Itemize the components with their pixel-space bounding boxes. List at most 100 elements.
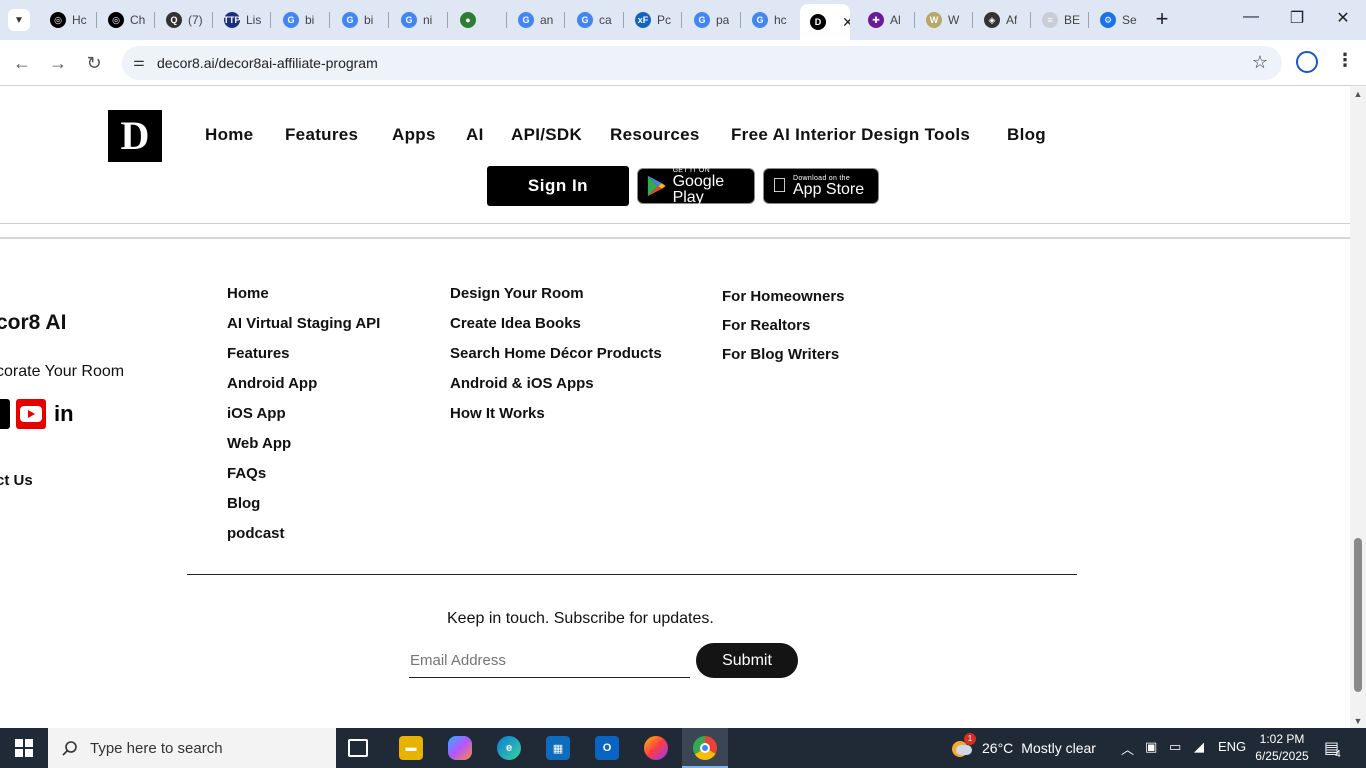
nav-apps[interactable]: Apps (392, 125, 436, 145)
copilot-icon[interactable] (448, 736, 472, 760)
url-text[interactable]: decor8.ai/decor8ai-affiliate-program (157, 55, 378, 71)
new-tab-button[interactable]: + (1150, 8, 1174, 32)
tab-favicon-icon: D (810, 14, 826, 30)
nav-features[interactable]: Features (285, 125, 358, 145)
browser-tab[interactable]: TTP Lis (214, 6, 270, 34)
browser-tab[interactable]: ✚ Al (858, 6, 914, 34)
footer-link-idea-books[interactable]: Create Idea Books (450, 315, 581, 332)
store-icon[interactable]: ▦ (546, 736, 570, 760)
browser-tab[interactable]: ● (450, 6, 506, 34)
browser-tab[interactable]: Q (7) (156, 6, 212, 34)
firefox-icon[interactable] (644, 736, 668, 760)
profile-icon[interactable] (1296, 51, 1318, 73)
nav-blog[interactable]: Blog (1007, 125, 1046, 145)
site-info-icon[interactable]: ⚌ (130, 54, 148, 72)
footer-link-virtual-staging-api[interactable]: AI Virtual Staging API (227, 315, 380, 332)
youtube-icon[interactable] (16, 399, 46, 429)
footer-link-android-app[interactable]: Android App (227, 375, 317, 392)
footer-link-podcast[interactable]: podcast (227, 525, 285, 542)
footer-link-search-products[interactable]: Search Home Décor Products (450, 345, 662, 362)
language-indicator[interactable]: ENG (1218, 739, 1246, 754)
app-store-badge[interactable]:  Download on the App Store (763, 168, 879, 204)
nav-home[interactable]: Home (205, 125, 253, 145)
browser-tab[interactable]: D ✕ (800, 4, 850, 40)
footer-link-features[interactable]: Features (227, 345, 290, 362)
footer-link-home[interactable]: Home (227, 285, 269, 302)
edge-icon[interactable]: e (497, 736, 521, 760)
social-icon-partial[interactable] (0, 399, 10, 429)
site-logo[interactable]: D (108, 110, 162, 162)
close-window-button[interactable]: ✕ (1320, 8, 1366, 32)
email-input[interactable] (409, 644, 690, 678)
linkedin-icon[interactable]: in (54, 399, 78, 429)
footer-link-web-app[interactable]: Web App (227, 435, 291, 452)
file-explorer-icon[interactable]: ▬ (399, 736, 423, 760)
browser-tab[interactable]: Ghc (742, 6, 798, 34)
forward-button[interactable]: → (46, 51, 70, 75)
close-tab-icon[interactable]: ✕ (842, 14, 850, 31)
footer-link-design-room[interactable]: Design Your Room (450, 285, 584, 302)
chrome-icon[interactable] (693, 736, 717, 760)
google-play-badge[interactable]: GET IT ON Google Play (637, 167, 755, 205)
restore-button[interactable]: ❐ (1274, 8, 1320, 32)
footer-link-faqs[interactable]: FAQs (227, 465, 266, 482)
footer-link-ios-app[interactable]: iOS App (227, 405, 286, 422)
back-button[interactable]: ← (10, 51, 34, 75)
bookmark-star-icon[interactable]: ☆ (1252, 52, 1268, 73)
browser-tab[interactable]: Gbi (332, 6, 388, 34)
tray-chevron-icon[interactable]: ︿ (1121, 739, 1134, 758)
nav-ai[interactable]: AI (466, 125, 484, 145)
footer-link-realtors[interactable]: For Realtors (722, 317, 810, 334)
browser-tab[interactable]: ⚙ Se (1090, 6, 1146, 34)
scroll-down-arrow-icon[interactable]: ▼ (1350, 716, 1366, 726)
scroll-up-arrow-icon[interactable]: ▲ (1350, 89, 1366, 99)
youtube-play-icon (20, 406, 42, 422)
footer-link-blog-writers[interactable]: For Blog Writers (722, 346, 839, 363)
sign-in-button[interactable]: Sign In (487, 166, 629, 206)
weather-badge: 1 (964, 733, 976, 745)
browser-tab[interactable]: ◎ Hc (40, 6, 96, 34)
footer-link-how-it-works[interactable]: How It Works (450, 405, 545, 422)
browser-tab[interactable]: Gpa (684, 6, 740, 34)
submit-button[interactable]: Submit (696, 643, 798, 678)
footer-link-blog[interactable]: Blog (227, 495, 260, 512)
system-clock[interactable]: 1:02 PM 6/25/2025 (1254, 731, 1310, 765)
weather-widget[interactable]: 1 26°C Mostly clear (952, 733, 1096, 757)
outlook-icon[interactable]: O (595, 736, 619, 760)
address-bar[interactable]: ⚌ decor8.ai/decor8ai-affiliate-program ☆ (122, 46, 1282, 80)
tab-title: hc (774, 13, 787, 27)
tab-search-button[interactable]: ▼ (8, 9, 30, 31)
browser-tab[interactable]: Gni (391, 6, 447, 34)
footer-contact-link[interactable]: ct Us (0, 472, 33, 489)
start-button[interactable] (0, 728, 48, 768)
browser-tab[interactable]: xF Pc (625, 6, 681, 34)
browser-tab[interactable]: ◎ Ch (98, 6, 154, 34)
meet-now-icon[interactable]: ▣ (1145, 739, 1157, 755)
browser-tab[interactable]: Gan (508, 6, 564, 34)
reload-button[interactable]: ↻ (82, 51, 106, 75)
taskbar-search[interactable]: Type here to search (48, 728, 336, 768)
footer-link-homeowners[interactable]: For Homeowners (722, 288, 845, 305)
browser-tab[interactable]: ≡ BE (1032, 6, 1088, 34)
nav-free-tools[interactable]: Free AI Interior Design Tools (731, 125, 970, 145)
tab-title: Pc (657, 13, 672, 27)
browser-tab[interactable]: ◈ Af (974, 6, 1030, 34)
nav-api-sdk[interactable]: API/SDK (511, 125, 582, 145)
nav-resources[interactable]: Resources (610, 125, 700, 145)
page-scrollbar[interactable]: ▲ ▼ (1350, 87, 1366, 728)
task-view-icon[interactable] (348, 739, 368, 757)
notification-count: 4 (1335, 749, 1341, 760)
browser-tab[interactable]: Gca (567, 6, 623, 34)
browser-tab[interactable]: WW (916, 6, 972, 34)
battery-icon[interactable]: ▭ (1169, 739, 1181, 755)
browser-menu-icon[interactable]: ⋮ (1336, 50, 1354, 71)
footer-link-android-ios-apps[interactable]: Android & iOS Apps (450, 375, 594, 392)
minimize-button[interactable]: — (1228, 8, 1274, 32)
header-divider (0, 223, 1350, 224)
app-store-text: App Store (778, 180, 864, 198)
browser-tab[interactable]: Gbi (273, 6, 329, 34)
scroll-thumb[interactable] (1354, 538, 1362, 692)
wifi-icon[interactable]: ◢ (1194, 739, 1204, 755)
tab-favicon-icon: G (283, 12, 299, 28)
notification-center-icon[interactable]: ▤4 (1324, 738, 1341, 760)
